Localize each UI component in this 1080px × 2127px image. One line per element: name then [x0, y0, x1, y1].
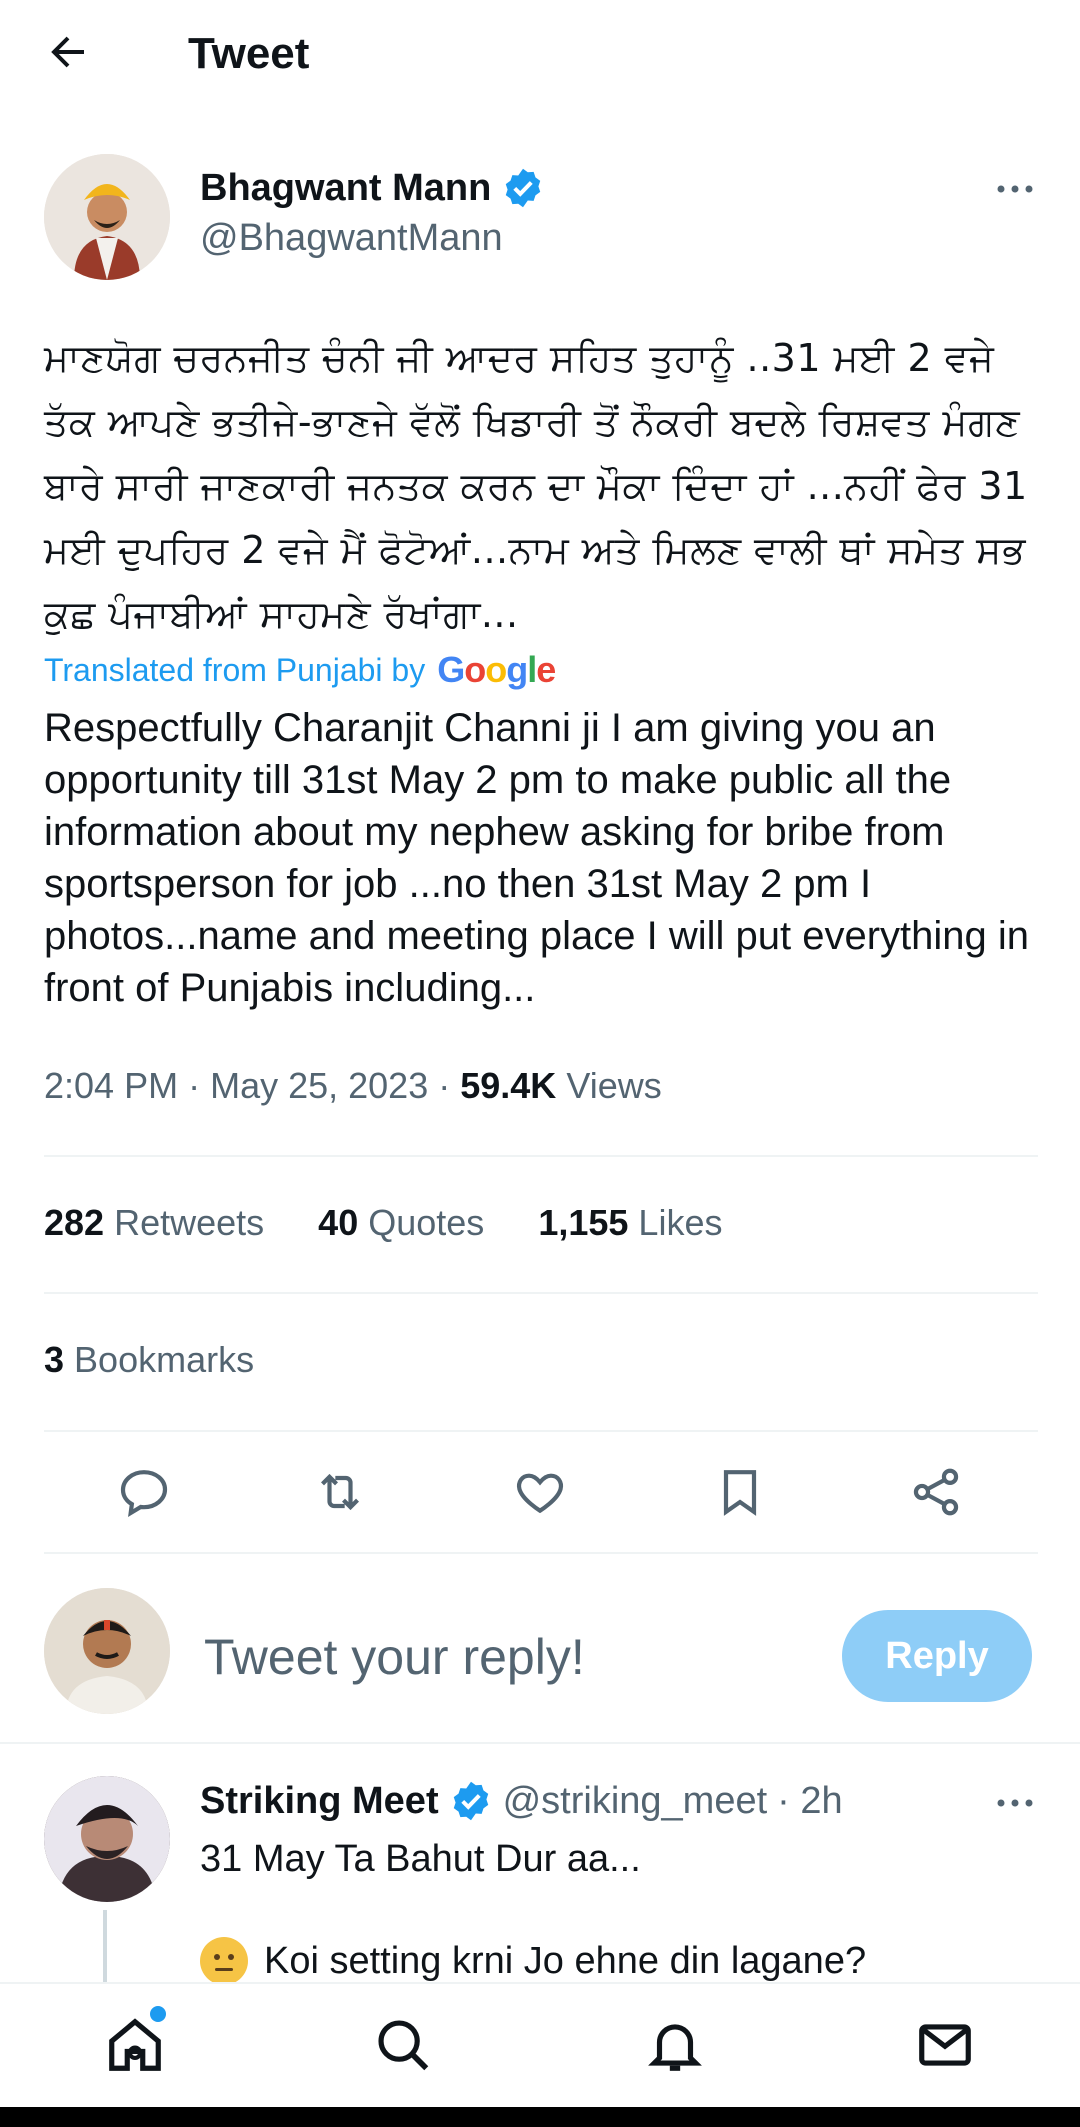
comment-text-line2: Koi setting krni Jo ehne din lagane?: [200, 1936, 866, 1986]
divider: [44, 1155, 1038, 1157]
home-icon[interactable]: [104, 2014, 166, 2076]
search-icon[interactable]: [372, 2014, 434, 2076]
tweet-text-original: ਮਾਣਯੋਗ ਚਰਨਜੀਤ ਚੰਨੀ ਜੀ ਆਦਰ ਸਹਿਤ ਤੁਹਾਨੂੰ .…: [44, 336, 1028, 636]
author-name[interactable]: Bhagwant Mann: [200, 164, 545, 212]
views-count: 59.4K: [460, 1065, 557, 1106]
reply-icon[interactable]: [116, 1464, 172, 1520]
thread-line: [103, 1910, 107, 1982]
top-bar: Tweet: [0, 0, 1080, 110]
notifications-icon[interactable]: [644, 2014, 706, 2076]
comment-text: 31 May Ta Bahut Dur aa...: [200, 1838, 641, 1880]
back-arrow-icon[interactable]: [44, 28, 92, 76]
tweet-timestamp: 2:04 PM · May 25, 2023 · 59.4K Views: [44, 1065, 662, 1106]
bookmark-icon[interactable]: [712, 1464, 768, 1520]
retweets-stat[interactable]: 282 Retweets: [44, 1198, 264, 1248]
author-handle[interactable]: @BhagwantMann: [200, 214, 503, 262]
page-title: Tweet: [188, 29, 310, 78]
divider: [44, 1292, 1038, 1294]
bookmarks-stat[interactable]: 3 Bookmarks: [44, 1335, 254, 1385]
google-logo: Google: [437, 649, 556, 690]
likes-stat[interactable]: 1,155 Likes: [538, 1198, 722, 1248]
commenter-name[interactable]: Striking Meet @striking_meet · 2h: [200, 1776, 843, 1826]
quotes-stat[interactable]: 40 Quotes: [318, 1198, 484, 1248]
more-options-icon[interactable]: [994, 168, 1036, 210]
translation-attribution[interactable]: Translated from Punjabi by Google: [44, 649, 556, 690]
system-navigation-bar: [0, 2107, 1080, 2127]
verified-badge-icon: [453, 1781, 488, 1821]
author-avatar[interactable]: [44, 154, 170, 280]
bottom-nav: [0, 1982, 1080, 2107]
retweet-icon[interactable]: [312, 1464, 368, 1520]
share-icon[interactable]: [908, 1464, 964, 1520]
engagement-stats: 282 Retweets 40 Quotes 1,155 Likes: [44, 1198, 722, 1248]
neutral-face-emoji-icon: [200, 1937, 248, 1985]
messages-icon[interactable]: [914, 2014, 976, 2076]
divider: [44, 1552, 1038, 1554]
current-user-avatar[interactable]: [44, 1588, 170, 1714]
divider: [44, 1430, 1038, 1432]
reply-input[interactable]: Tweet your reply!: [204, 1624, 585, 1690]
more-options-icon[interactable]: [994, 1782, 1036, 1824]
tweet-text-translated: Respectfully Charanjit Channi ji I am gi…: [44, 706, 1030, 1010]
divider: [0, 1742, 1080, 1744]
commenter-handle: @striking_meet: [502, 1780, 768, 1822]
comment-time: · 2h: [777, 1780, 843, 1822]
reply-button[interactable]: Reply: [842, 1610, 1032, 1702]
verified-badge-icon: [506, 168, 541, 208]
commenter-avatar[interactable]: [44, 1776, 170, 1902]
notification-dot: [150, 2006, 166, 2022]
like-icon[interactable]: [512, 1464, 568, 1520]
